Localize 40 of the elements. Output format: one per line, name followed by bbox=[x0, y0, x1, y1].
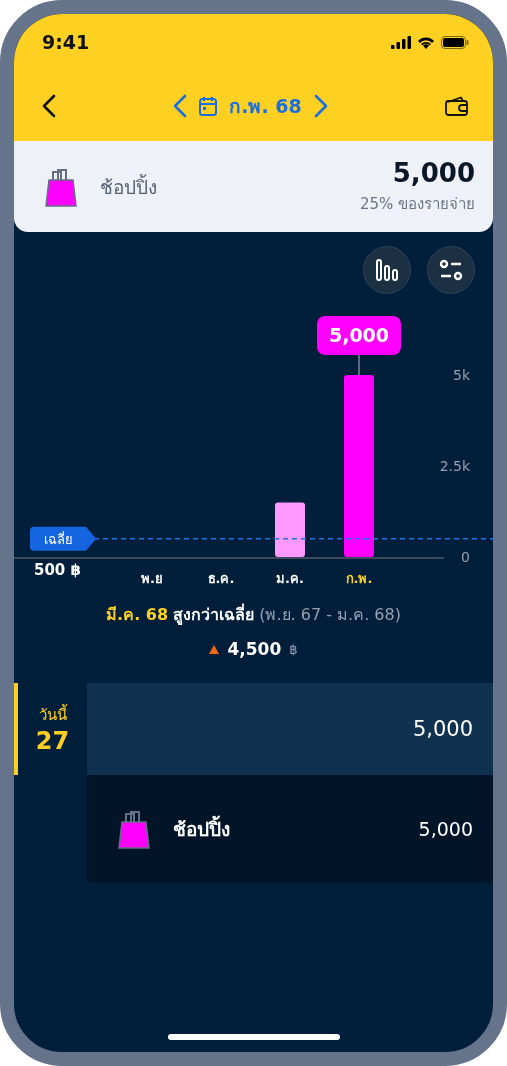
bar[interactable] bbox=[275, 502, 305, 557]
sliders-icon bbox=[439, 259, 463, 281]
bar-chart-button[interactable] bbox=[363, 246, 411, 294]
shopping-bag-icon bbox=[117, 808, 151, 850]
transaction-row[interactable]: ช้อปปิ้ง 5,000 bbox=[87, 775, 493, 883]
average-tag: เฉลี่ย bbox=[30, 526, 96, 551]
wifi-icon bbox=[417, 35, 435, 49]
expense-share: 25% ของรายจ่าย bbox=[359, 193, 475, 215]
category-name: ช้อปปิ้ง bbox=[100, 173, 158, 200]
comparison-period: มี.ค. 68 bbox=[106, 605, 169, 624]
signal-icon bbox=[391, 35, 411, 49]
axis-label[interactable]: ก.พ. bbox=[345, 571, 373, 586]
wallet-button[interactable] bbox=[445, 95, 469, 116]
day-number: 27 bbox=[35, 727, 70, 755]
leader-line bbox=[358, 353, 360, 376]
day-total: 5,000 bbox=[412, 717, 473, 741]
currency-symbol: ฿ bbox=[289, 641, 298, 657]
comparison-label: สูงกว่าเฉลี่ย bbox=[173, 605, 255, 624]
axis-tick-label: 0 bbox=[461, 549, 470, 566]
day-label: วันนี้ bbox=[38, 703, 67, 726]
bar-chart-icon bbox=[375, 258, 399, 282]
axis-label[interactable]: ม.ค. bbox=[276, 571, 304, 586]
category-amount: 5,000 bbox=[392, 157, 475, 188]
transaction-amount: 5,000 bbox=[418, 818, 473, 840]
comparison-range: (พ.ย. 67 - ม.ค. 68) bbox=[259, 605, 401, 624]
axis-label[interactable]: ธ.ค. bbox=[207, 571, 235, 586]
status-time: 9:41 bbox=[42, 31, 90, 53]
previous-month-button[interactable] bbox=[173, 93, 188, 118]
next-month-button[interactable] bbox=[313, 93, 328, 118]
filter-button[interactable] bbox=[427, 246, 475, 294]
axis-tick-label: 5k bbox=[453, 367, 470, 384]
value-tooltip: 5,000 bbox=[317, 316, 401, 355]
average-value: 500 ฿ bbox=[34, 561, 81, 579]
calendar-icon bbox=[199, 95, 218, 116]
axis-tick-label: 2.5k bbox=[439, 458, 470, 475]
axis-label[interactable]: พ.ย bbox=[141, 571, 163, 586]
battery-icon bbox=[441, 35, 469, 49]
transaction-category: ช้อปปิ้ง bbox=[173, 814, 397, 844]
back-button[interactable] bbox=[42, 93, 56, 118]
difference-amount: 4,500 bbox=[227, 639, 282, 659]
